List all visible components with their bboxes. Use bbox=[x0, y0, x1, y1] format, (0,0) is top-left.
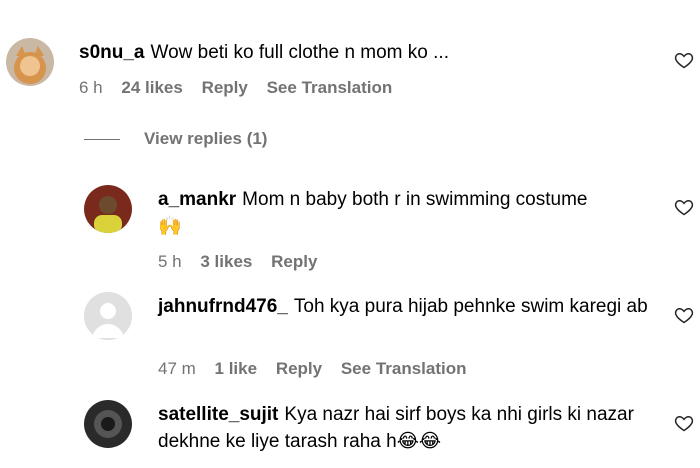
view-replies-label: View replies (1) bbox=[144, 129, 268, 148]
see-translation-button[interactable]: See Translation bbox=[267, 78, 393, 97]
comment-time[interactable]: 6 h bbox=[79, 78, 103, 97]
heart-outline-icon[interactable] bbox=[674, 197, 694, 217]
comment-time[interactable]: 47 m bbox=[158, 359, 196, 378]
comment-meta: 5 h 3 likes Reply bbox=[158, 252, 331, 272]
avatar[interactable] bbox=[84, 185, 132, 233]
avatar[interactable] bbox=[84, 400, 132, 448]
view-replies-button[interactable]: View replies (1) bbox=[84, 127, 267, 151]
comment-text: jahnufrnd476_ Toh kya pura hijab pehnke s… bbox=[158, 293, 658, 320]
comment-meta: 6 h 24 likes Reply See Translation bbox=[79, 78, 406, 98]
comment-username[interactable]: satellite_sujit bbox=[158, 404, 278, 425]
comment-time[interactable]: 5 h bbox=[158, 252, 182, 271]
comment-meta: 47 m 1 like Reply See Translation bbox=[158, 359, 481, 379]
comment-username[interactable]: a_mankr bbox=[158, 189, 236, 210]
comment-text: a_mankr Mom n baby both r in swimming cos… bbox=[158, 186, 658, 240]
comment-text: satellite_sujit Kya nazr hai sirf boys ka… bbox=[158, 401, 658, 455]
comment-likes[interactable]: 3 likes bbox=[200, 252, 252, 271]
heart-outline-icon[interactable] bbox=[674, 50, 694, 70]
comment-likes[interactable]: 24 likes bbox=[121, 78, 182, 97]
comment-likes[interactable]: 1 like bbox=[215, 359, 258, 378]
comment-username[interactable]: s0nu_a bbox=[79, 42, 144, 63]
reply-button[interactable]: Reply bbox=[202, 78, 248, 97]
comment-body: Wow beti ko full clothe n mom ko ... bbox=[150, 42, 449, 63]
see-translation-button[interactable]: See Translation bbox=[341, 359, 467, 378]
heart-outline-icon[interactable] bbox=[674, 413, 694, 433]
comment-text: s0nu_a Wow beti ko full clothe n mom ko .… bbox=[79, 39, 639, 66]
reply-button[interactable]: Reply bbox=[276, 359, 322, 378]
emoji: 🙌 bbox=[158, 216, 182, 237]
comment-body: Mom n baby both r in swimming costume bbox=[242, 189, 588, 210]
avatar[interactable] bbox=[6, 38, 54, 86]
reply-button[interactable]: Reply bbox=[271, 252, 317, 271]
default-avatar-icon[interactable] bbox=[84, 292, 132, 340]
comment-body: Toh kya pura hijab pehnke swim karegi ab bbox=[293, 296, 648, 317]
emoji: 😂😂 bbox=[396, 431, 442, 452]
comment-username[interactable]: jahnufrnd476_ bbox=[158, 296, 288, 317]
divider-line bbox=[84, 138, 120, 140]
heart-outline-icon[interactable] bbox=[674, 305, 694, 325]
